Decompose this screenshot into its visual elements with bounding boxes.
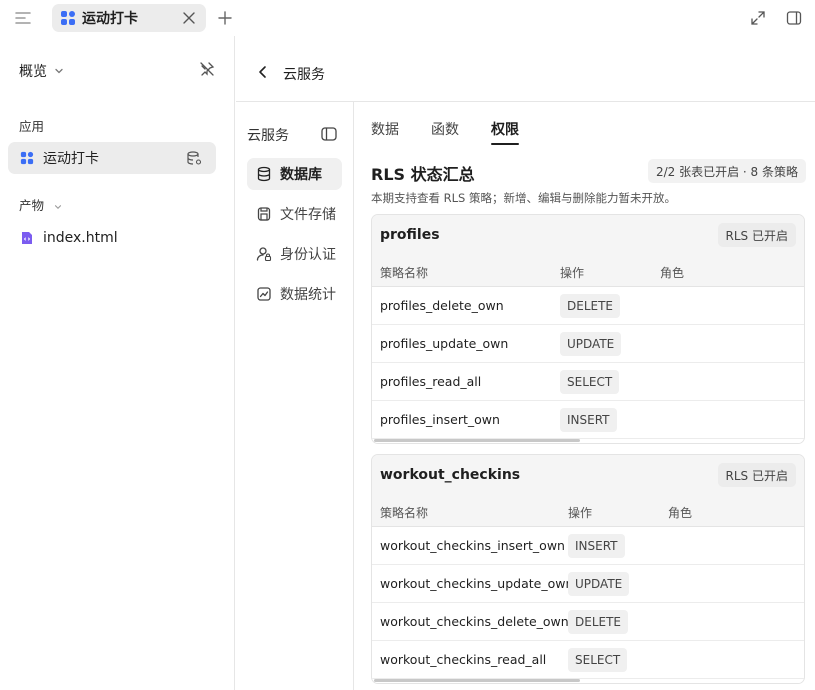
tab-functions[interactable]: 函数	[431, 119, 459, 145]
scrollbar-thumb[interactable]	[374, 679, 580, 682]
operation-badge: SELECT	[560, 370, 620, 394]
rls-status-badge: RLS 已开启	[717, 463, 796, 487]
policy-name: profiles_update_own	[380, 336, 509, 351]
overview-label: 概览	[19, 64, 47, 80]
tab-data[interactable]: 数据	[371, 119, 399, 145]
card-header: profiles RLS 已开启	[372, 215, 804, 255]
artifacts-section[interactable]: 产物	[19, 195, 63, 214]
column-header-role: 角色	[668, 506, 693, 520]
panel-toggle-icon[interactable]	[786, 10, 802, 26]
rls-summary-title: RLS 状态汇总	[371, 165, 475, 184]
table-name: profiles	[380, 227, 440, 243]
analytics-icon	[257, 287, 271, 301]
rls-status-badge: RLS 已开启	[717, 223, 796, 247]
service-nav-title: 云服务	[247, 128, 289, 144]
user-auth-icon	[256, 247, 272, 262]
content-panel: 数据 函数 权限 RLS 状态汇总 2/2 张表已开启 · 8 条策略 本期支持…	[355, 102, 815, 690]
policy-table-card: profiles RLS 已开启 策略名称 操作 角色 profiles_del…	[371, 214, 805, 444]
storage-icon	[257, 207, 271, 221]
page-title: 云服务	[283, 67, 325, 83]
sidebar-item-label: 运动打卡	[43, 151, 99, 167]
table-name: workout_checkins	[380, 467, 521, 483]
service-nav-label: 数据统计	[280, 287, 336, 303]
service-nav: 云服务 数据库 文件存储 身份认证 数据统计	[236, 102, 354, 690]
policy-name: workout_checkins_delete_own	[380, 614, 569, 629]
sidebar-item-app[interactable]: 运动打卡	[8, 142, 216, 174]
service-nav-item-database[interactable]: 数据库	[247, 158, 342, 190]
service-nav-label: 身份认证	[280, 247, 336, 263]
operation-badge: INSERT	[568, 534, 625, 558]
column-header-policy: 策略名称	[380, 506, 429, 520]
sidebar-divider	[234, 36, 235, 690]
apps-section-label: 应用	[19, 119, 45, 134]
table-row: workout_checkins_read_all SELECT	[372, 641, 804, 679]
chevron-down-icon	[54, 204, 62, 209]
operation-badge: INSERT	[560, 408, 617, 432]
service-nav-item-storage[interactable]: 文件存储	[247, 198, 342, 230]
html-file-icon	[22, 232, 32, 244]
table-header: 策略名称 操作 角色	[372, 255, 804, 287]
plus-icon[interactable]	[217, 10, 233, 26]
database-icon	[257, 166, 271, 182]
service-nav-label: 文件存储	[280, 207, 336, 223]
sidebar: 概览 应用 运动打卡 产物 index.html	[0, 36, 234, 690]
column-header-operation: 操作	[560, 266, 585, 280]
policy-name: workout_checkins_read_all	[380, 652, 547, 667]
tab-label: 运动打卡	[82, 11, 138, 27]
tab-app[interactable]: 运动打卡	[52, 4, 206, 32]
horizontal-scrollbar[interactable]	[372, 679, 804, 683]
table-row: profiles_read_all SELECT	[372, 363, 804, 401]
table-row: profiles_delete_own DELETE	[372, 287, 804, 325]
card-header: workout_checkins RLS 已开启	[372, 455, 804, 495]
table-row: workout_checkins_update_own UPDATE	[372, 565, 804, 603]
operation-badge: DELETE	[568, 610, 629, 634]
expand-icon[interactable]	[750, 10, 766, 26]
service-nav-item-analytics[interactable]: 数据统计	[247, 278, 342, 310]
tab-bar: 数据 函数 权限	[371, 119, 551, 145]
artifacts-section-label: 产物	[19, 198, 45, 213]
overview-dropdown[interactable]: 概览	[19, 61, 65, 81]
table-row: profiles_update_own UPDATE	[372, 325, 804, 363]
rls-summary-badge: 2/2 张表已开启 · 8 条策略	[647, 159, 806, 183]
sidebar-toggle-icon[interactable]	[14, 9, 32, 27]
app-grid-icon	[20, 151, 34, 165]
sidebar-item-artifact[interactable]: index.html	[8, 222, 216, 254]
operation-badge: UPDATE	[568, 572, 630, 596]
column-header-operation: 操作	[568, 506, 593, 520]
column-header-role: 角色	[660, 266, 685, 280]
operation-badge: SELECT	[568, 648, 628, 672]
rls-description: 本期支持查看 RLS 策略；新增、编辑与删除能力暂未开放。	[371, 191, 677, 205]
policy-name: profiles_delete_own	[380, 298, 504, 313]
sidebar-item-label: index.html	[43, 230, 118, 246]
app-grid-icon	[61, 11, 75, 25]
policy-name: workout_checkins_update_own	[380, 576, 574, 591]
close-icon[interactable]	[182, 11, 196, 25]
service-nav-item-auth[interactable]: 身份认证	[247, 238, 342, 270]
column-header-policy: 策略名称	[380, 266, 429, 280]
unpin-icon[interactable]	[199, 61, 215, 77]
table-row: workout_checkins_insert_own INSERT	[372, 527, 804, 565]
table-row: workout_checkins_delete_own DELETE	[372, 603, 804, 641]
operation-badge: UPDATE	[560, 332, 622, 356]
table-header: 策略名称 操作 角色	[372, 495, 804, 527]
operation-badge: DELETE	[560, 294, 621, 318]
main-header: 云服务	[236, 36, 815, 102]
policy-name: profiles_read_all	[380, 374, 482, 389]
tab-permissions[interactable]: 权限	[491, 119, 519, 145]
top-bar: 运动打卡	[0, 0, 815, 36]
scrollbar-thumb[interactable]	[374, 439, 580, 442]
policy-name: profiles_insert_own	[380, 412, 500, 427]
back-icon[interactable]	[256, 65, 270, 79]
collapse-panel-icon[interactable]	[321, 127, 337, 141]
chevron-down-icon	[55, 68, 63, 74]
horizontal-scrollbar[interactable]	[372, 439, 804, 443]
policy-name: workout_checkins_insert_own	[380, 538, 565, 553]
policy-table-card: workout_checkins RLS 已开启 策略名称 操作 角色 work…	[371, 454, 805, 684]
database-settings-icon[interactable]	[186, 150, 202, 166]
table-row: profiles_insert_own INSERT	[372, 401, 804, 439]
service-nav-label: 数据库	[280, 167, 322, 183]
